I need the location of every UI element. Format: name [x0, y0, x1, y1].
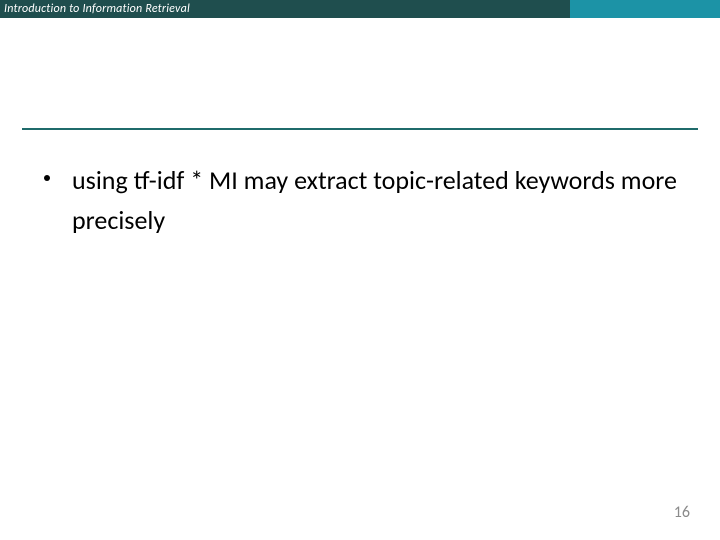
header-title: Introduction to Information Retrieval: [4, 2, 190, 16]
bullet-dot-icon: [44, 175, 50, 181]
slide: Introduction to Information Retrieval us…: [0, 0, 720, 540]
page-number: 16: [674, 503, 690, 522]
bullet-text: using tf-idf * MI may extract topic-rela…: [72, 160, 680, 241]
header-left: Introduction to Information Retrieval: [0, 0, 570, 18]
body-content: using tf-idf * MI may extract topic-rela…: [40, 160, 680, 241]
title-underline: [22, 128, 698, 130]
bullet-item: using tf-idf * MI may extract topic-rela…: [40, 160, 680, 241]
header-bar: Introduction to Information Retrieval: [0, 0, 720, 18]
header-accent: [570, 0, 720, 18]
